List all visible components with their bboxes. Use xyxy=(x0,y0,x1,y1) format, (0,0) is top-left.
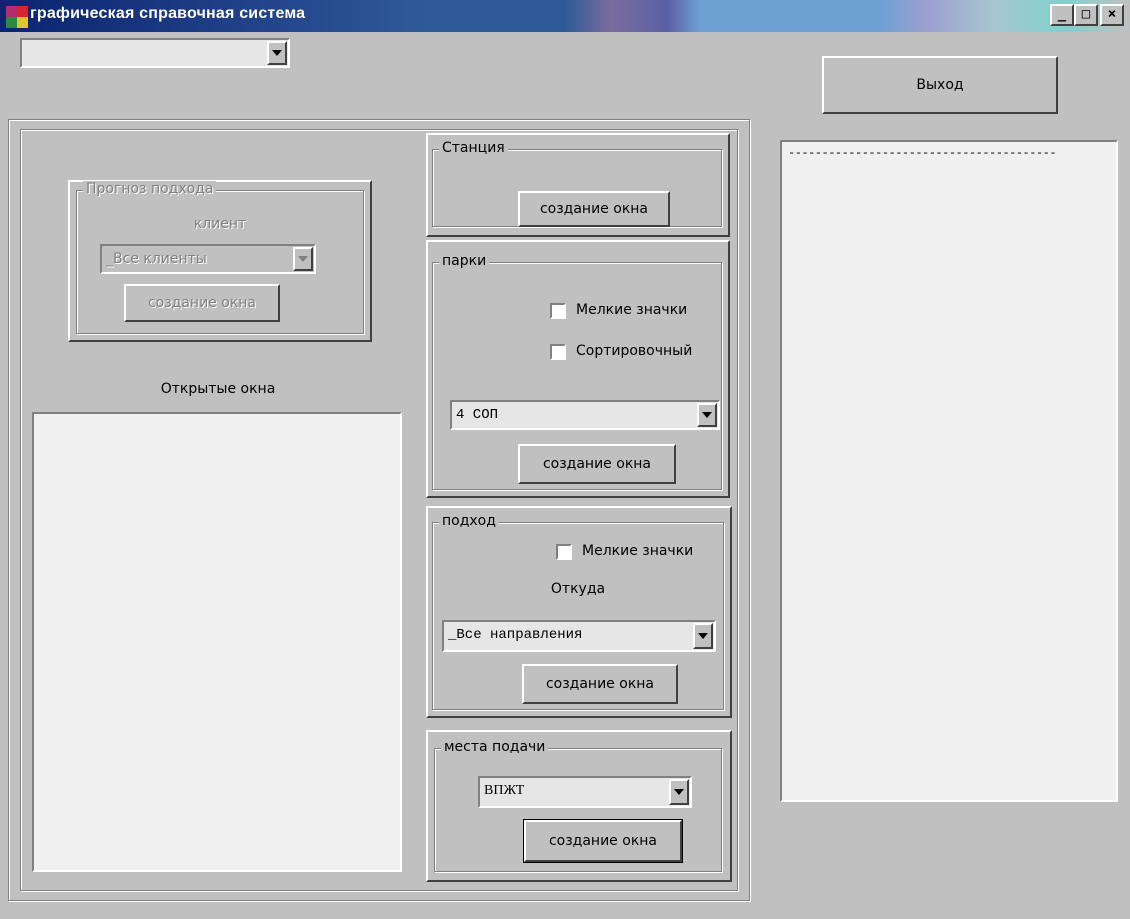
client-combo: _Все клиенты xyxy=(100,244,316,274)
forecast-create-button: создание окна xyxy=(124,284,280,322)
places-combo-value: ВПЖТ xyxy=(484,783,525,798)
parks-small-icons-label: Мелкие значки xyxy=(576,302,688,318)
chevron-down-icon[interactable] xyxy=(669,779,689,805)
client-label: клиент xyxy=(193,216,247,232)
parks-combo[interactable]: 4 СОП xyxy=(450,400,720,430)
parks-panel: парки Мелкие значки Сортировочный 4 СОП … xyxy=(426,240,730,498)
from-label: Откуда xyxy=(550,581,606,597)
forecast-legend: Прогноз подхода xyxy=(83,181,217,197)
parks-small-icons-checkbox[interactable] xyxy=(550,303,566,319)
open-windows-label: Открытые окна xyxy=(160,381,276,397)
parks-legend: парки xyxy=(439,253,490,269)
places-create-button[interactable]: создание окна xyxy=(523,819,683,863)
output-list[interactable]: ---------------------------------------- xyxy=(780,140,1118,802)
parks-create-button[interactable]: создание окна xyxy=(518,444,676,484)
minimize-icon[interactable]: _ xyxy=(1050,4,1074,26)
chevron-down-icon xyxy=(293,247,313,271)
approach-small-icons-label: Мелкие значки xyxy=(582,543,694,559)
app-icon[interactable] xyxy=(6,6,28,28)
chevron-down-icon[interactable] xyxy=(693,623,713,649)
approach-create-button[interactable]: создание окна xyxy=(522,664,678,704)
forecast-panel: Прогноз подхода клиент _Все клиенты созд… xyxy=(68,180,372,342)
client-combo-value: _Все клиенты xyxy=(106,251,207,267)
chevron-down-icon[interactable] xyxy=(697,403,717,427)
close-icon[interactable]: × xyxy=(1100,4,1124,26)
sorting-label: Сортировочный xyxy=(576,343,693,359)
approach-legend: подход xyxy=(439,513,499,529)
approach-combo[interactable]: _Все направления xyxy=(442,620,716,652)
top-combo[interactable] xyxy=(20,38,290,68)
approach-panel: подход Мелкие значки Откуда _Все направл… xyxy=(426,506,732,718)
station-legend: Станция xyxy=(439,140,508,156)
approach-combo-value: _Все направления xyxy=(448,627,583,643)
places-panel: места подачи ВПЖТ создание окна xyxy=(426,730,732,882)
sorting-checkbox[interactable] xyxy=(550,344,566,360)
output-line: ---------------------------------------- xyxy=(788,146,1057,160)
open-windows-list[interactable] xyxy=(32,412,402,872)
exit-button[interactable]: Выход xyxy=(822,56,1058,114)
parks-combo-value: 4 СОП xyxy=(456,407,499,423)
station-panel: Станция создание окна xyxy=(426,133,730,237)
approach-small-icons-checkbox[interactable] xyxy=(556,544,572,560)
places-legend: места подачи xyxy=(441,739,549,755)
window-title: графическая справочная система xyxy=(30,5,306,22)
station-create-button[interactable]: создание окна xyxy=(518,191,670,227)
maximize-icon[interactable]: □ xyxy=(1074,4,1098,26)
places-combo[interactable]: ВПЖТ xyxy=(478,776,692,808)
chevron-down-icon[interactable] xyxy=(267,41,287,65)
